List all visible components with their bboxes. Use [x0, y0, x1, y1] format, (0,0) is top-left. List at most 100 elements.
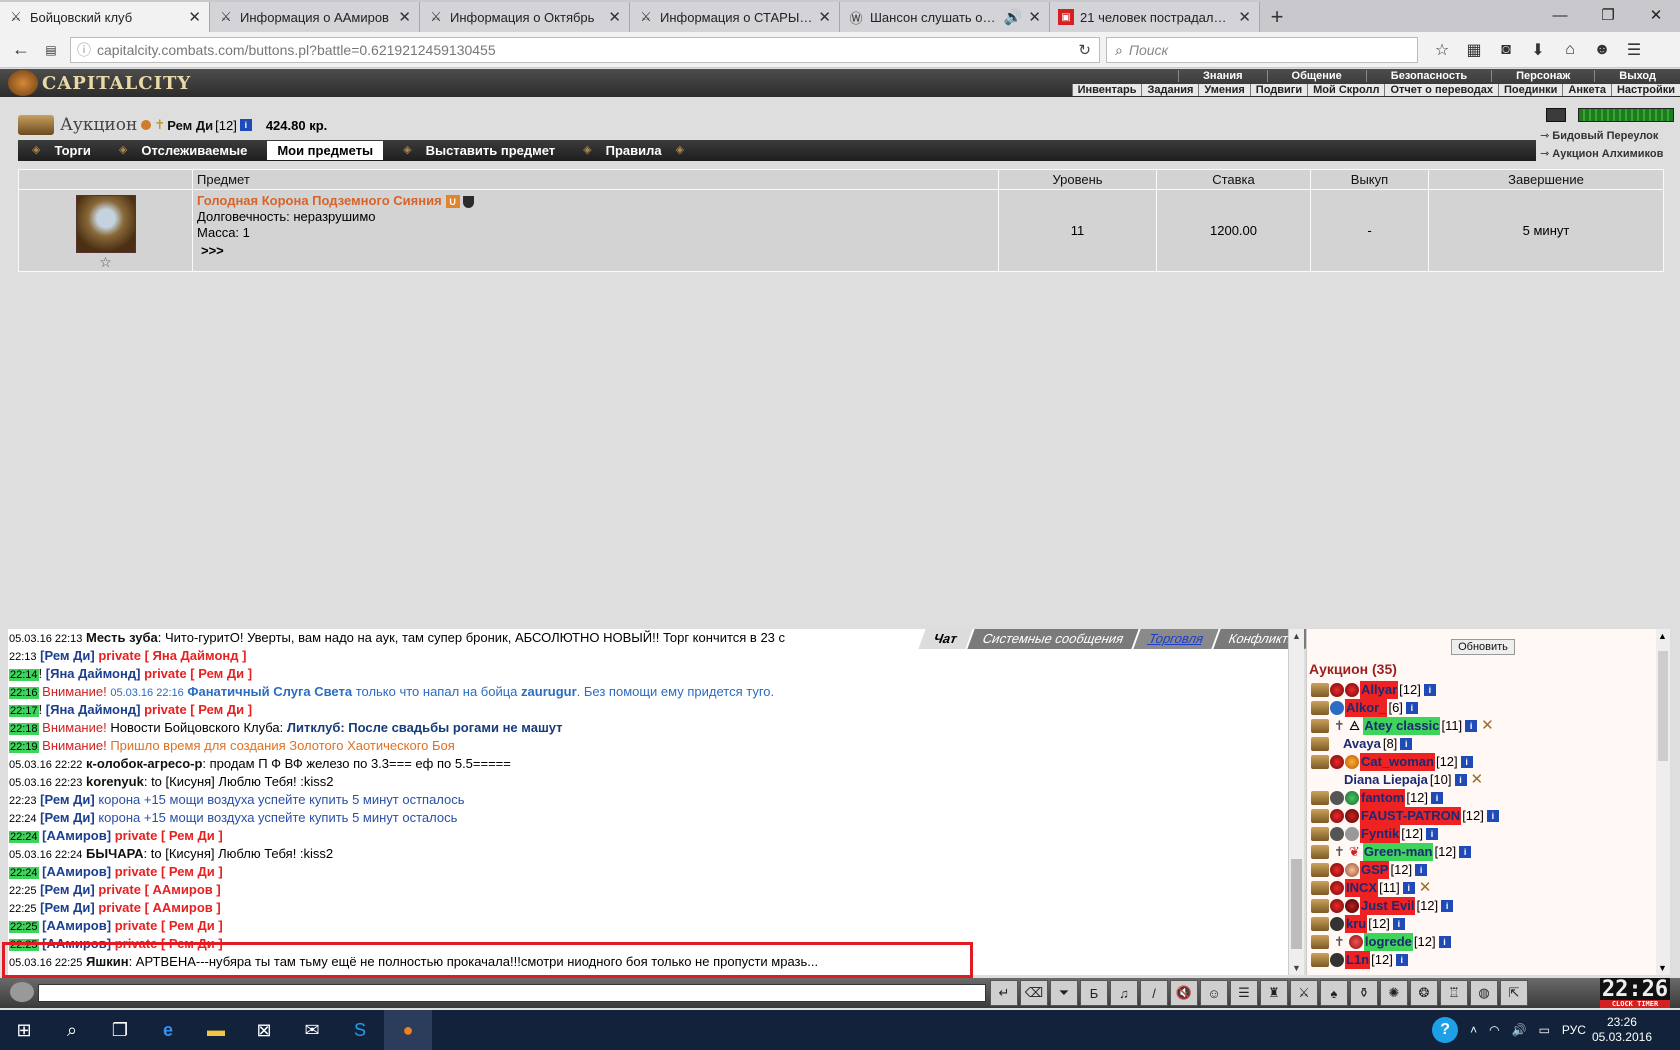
item-name[interactable]: Голодная Корона Подземного Сияния — [197, 193, 442, 208]
dance-icon[interactable]: ♫ — [1110, 980, 1138, 1006]
chat-author[interactable]: БЫЧАРА — [86, 846, 144, 861]
private-target[interactable]: private [ Рем Ди ] — [115, 918, 223, 933]
edge-icon[interactable]: e — [144, 1010, 192, 1050]
back-icon[interactable]: ← — [6, 35, 36, 65]
smiley-icon[interactable]: ☺ — [1200, 980, 1228, 1006]
info-icon[interactable]: i — [1438, 936, 1451, 948]
chevron-up-icon[interactable]: ˄ — [1470, 1023, 1477, 1037]
private-msg-icon[interactable] — [1311, 791, 1329, 805]
user-name[interactable]: Green-man — [1362, 843, 1434, 861]
info-icon[interactable]: i — [1460, 756, 1473, 768]
new-tab-button[interactable]: + — [1260, 2, 1294, 32]
news-link[interactable]: Литклуб: После свадьбы рогами не машут — [287, 720, 563, 735]
submenu-profile[interactable]: Анкета — [1562, 84, 1611, 96]
user-name[interactable]: kru — [1345, 915, 1368, 933]
chat-author[interactable]: [Рем Ди] — [40, 882, 95, 897]
folder-icon[interactable]: ▬ — [192, 1010, 240, 1050]
friends-icon[interactable]: ☰ — [1230, 980, 1258, 1006]
firefox-icon[interactable]: ● — [384, 1010, 432, 1050]
star-icon[interactable]: ☆ — [19, 254, 192, 271]
browser-tab-info-2[interactable]: ⚔ Информация о Октябрь ✕ — [420, 2, 630, 32]
portal-icon[interactable]: ◍ — [1470, 980, 1498, 1006]
private-target[interactable]: private [ ААмиров ] — [98, 900, 220, 915]
exit-icon[interactable]: ⇱ — [1500, 980, 1528, 1006]
chat-author[interactable]: к-олобок-агресо-р — [86, 756, 202, 771]
chat-author[interactable]: [Яна Даймонд] — [46, 702, 141, 717]
chat-author[interactable]: [ААмиров] — [42, 828, 111, 843]
private-target[interactable]: private [ Рем Ди ] — [115, 864, 223, 879]
wheel-icon[interactable]: ❂ — [1410, 980, 1438, 1006]
user-name[interactable]: logrede — [1363, 933, 1413, 951]
menu-character[interactable]: Персонаж — [1491, 70, 1594, 82]
submenu-settings[interactable]: Настройки — [1610, 84, 1680, 96]
url-bar[interactable]: ⓘ capitalcity.combats.com/buttons.pl?bat… — [70, 37, 1100, 63]
chat-tab-chat[interactable]: Чат — [918, 629, 973, 649]
crown-item-image[interactable] — [75, 194, 136, 253]
send-icon[interactable]: ↵ — [990, 980, 1018, 1006]
user-name[interactable]: GSP — [1360, 861, 1390, 879]
user-name[interactable]: Fyntik — [1360, 825, 1401, 843]
private-msg-icon[interactable] — [1311, 683, 1329, 697]
close-icon[interactable]: ✕ — [818, 8, 831, 26]
chat-author[interactable]: korenyuk — [86, 774, 144, 789]
search-input[interactable]: ⌕ Поиск — [1106, 37, 1418, 63]
info-icon[interactable]: i — [1459, 846, 1472, 858]
close-icon[interactable]: ✕ — [1238, 8, 1251, 26]
menu-knowledge[interactable]: Знания — [1178, 70, 1266, 82]
info-icon[interactable]: i — [1400, 738, 1413, 750]
scroll-thumb[interactable] — [1291, 859, 1302, 949]
clan-action-icon[interactable]: ♜ — [1260, 980, 1288, 1006]
menu-security[interactable]: Безопасность — [1365, 70, 1491, 82]
private-target[interactable]: private [ Рем Ди ] — [144, 702, 252, 717]
translit-icon[interactable]: Б — [1080, 980, 1108, 1006]
tab-my-items[interactable]: Мои предметы — [267, 141, 384, 160]
browser-tab-music[interactable]: Ⓦ Шансон слушать онл... 🔊 ✕ — [840, 2, 1050, 32]
mail-icon[interactable]: ✉ — [288, 1010, 336, 1050]
browser-tab-info-1[interactable]: ⚔ Информация о ААмиров ✕ — [210, 2, 420, 32]
close-icon[interactable]: ✕ — [608, 8, 621, 26]
submenu-inventory[interactable]: Инвентарь — [1071, 84, 1142, 96]
info-icon[interactable]: i — [1431, 792, 1444, 804]
private-target[interactable]: private [ Рем Ди ] — [115, 936, 223, 951]
network-icon[interactable]: ◠ — [1489, 1023, 1499, 1037]
submenu-fights[interactable]: Поединки — [1497, 84, 1562, 96]
online-scrollbar[interactable]: ▲ ▼ — [1656, 629, 1670, 975]
link-bid-lane[interactable]: ⇾ Бидовый Переулок — [1540, 129, 1680, 142]
scroll-down-icon[interactable]: ▼ — [1292, 963, 1301, 973]
chat-scrollbar[interactable]: ▲ ▼ — [1288, 629, 1304, 975]
chat-author[interactable]: [ААмиров] — [42, 918, 111, 933]
close-window-icon[interactable]: ✕ — [1632, 0, 1680, 30]
chat-author[interactable]: [ААмиров] — [42, 864, 111, 879]
minimize-icon[interactable]: — — [1536, 0, 1584, 30]
chat-author[interactable]: [Рем Ди] — [40, 648, 95, 663]
private-msg-icon[interactable] — [1311, 899, 1329, 913]
info-icon[interactable]: i — [1465, 720, 1478, 732]
info-icon[interactable]: i — [1441, 900, 1454, 912]
task-view-icon[interactable]: ❐ — [96, 1010, 144, 1050]
submenu-feats[interactable]: Подвиги — [1249, 84, 1307, 96]
scroll-up-icon[interactable]: ▲ — [1658, 631, 1667, 641]
chat-author[interactable]: Яшкин — [86, 954, 129, 969]
language-indicator[interactable]: РУС — [1562, 1023, 1586, 1037]
eraser-icon[interactable]: ⌫ — [1020, 980, 1048, 1006]
submenu-quests[interactable]: Задания — [1141, 84, 1198, 96]
tab-rules[interactable]: ◈ Правила ◈ — [569, 141, 698, 160]
private-target[interactable]: private [ Яна Даймонд ] — [98, 648, 246, 663]
browser-tab-fight-club[interactable]: ⚔ Бойцовский клуб ✕ — [0, 2, 210, 32]
user-name[interactable]: Avaya — [1342, 735, 1382, 753]
private-msg-icon[interactable] — [1311, 827, 1329, 841]
menu-icon[interactable]: ☰ — [1618, 36, 1650, 64]
user-name[interactable]: Diana Liepaja — [1343, 771, 1429, 789]
submenu-my-scroll[interactable]: Мой Скролл — [1307, 84, 1384, 96]
info-icon[interactable]: i — [1392, 918, 1405, 930]
info-icon[interactable]: i — [1405, 702, 1418, 714]
close-icon[interactable]: ✕ — [1028, 8, 1041, 26]
sword-action-icon[interactable]: ⚔ — [1290, 980, 1318, 1006]
chat-author[interactable]: [Яна Даймонд] — [46, 666, 141, 681]
info-icon[interactable]: i — [1454, 774, 1467, 786]
close-icon[interactable]: ✕ — [188, 8, 201, 26]
menu-exit[interactable]: Выход — [1594, 70, 1680, 82]
user-name[interactable]: Just Evil — [1360, 897, 1416, 915]
info-icon[interactable]: i — [1402, 882, 1415, 894]
chat-mode-icon[interactable] — [10, 982, 34, 1002]
